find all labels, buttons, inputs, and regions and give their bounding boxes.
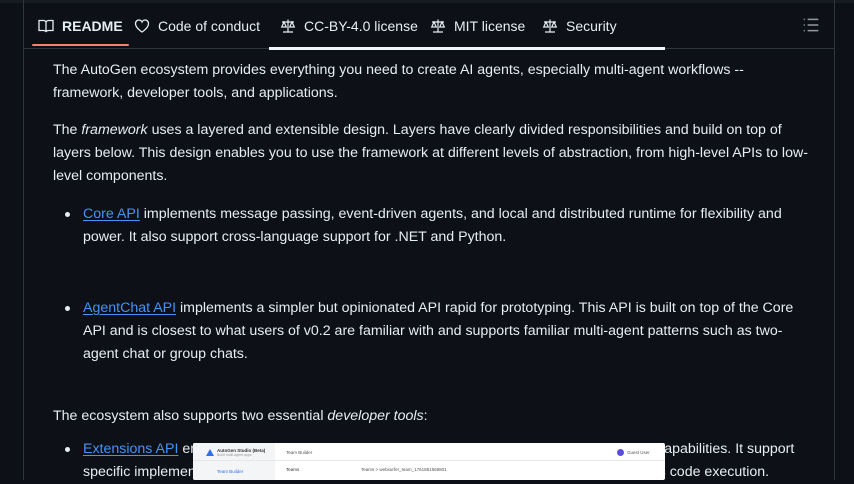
text-span: The [53, 122, 82, 138]
active-tab-indicator [32, 44, 129, 46]
tab-mit-license[interactable]: MIT license [430, 16, 525, 36]
preview-teams-label: Teams [286, 467, 300, 472]
scale-icon [280, 19, 296, 33]
autogen-studio-screenshot: AutoGen Studio (Beta) Build multi-agent … [193, 443, 665, 480]
framework-paragraph: The framework uses a layered and extensi… [53, 119, 813, 188]
divider [193, 460, 665, 461]
scroll-indicator [269, 47, 665, 50]
preview-breadcrumb: Teams > websurfer_team_1761881569801 [361, 467, 447, 472]
tab-label: README [62, 18, 123, 34]
list-item-text: implements a simpler but opinionated API… [83, 300, 794, 362]
avatar [617, 449, 624, 456]
bullet-icon [65, 447, 70, 452]
tab-label: CC-BY-4.0 license [304, 18, 418, 34]
tab-cc-by-license[interactable]: CC-BY-4.0 license [280, 16, 418, 36]
bullet-icon [65, 212, 70, 217]
tab-label: MIT license [454, 18, 526, 34]
developer-tools-paragraph: The ecosystem also supports two essentia… [53, 405, 813, 428]
tab-readme[interactable]: README [38, 16, 123, 36]
extensions-api-link[interactable]: Extensions API [83, 441, 178, 457]
heart-icon [134, 19, 150, 33]
intro-paragraph: The AutoGen ecosystem provides everythin… [53, 62, 744, 101]
text-span: The ecosystem also supports two essentia… [53, 408, 328, 424]
tab-label: Code of conduct [158, 18, 260, 34]
bullet-icon [65, 306, 70, 311]
preview-header: Team Builder [286, 450, 313, 455]
list-item: AgentChat API implements a simpler but o… [53, 297, 813, 366]
tab-security[interactable]: Security [542, 16, 617, 36]
readme-tab-bar: README Code of conduct CC-BY-4.0 license… [24, 0, 834, 49]
api-list: Core API implements message passing, eve… [53, 203, 813, 480]
list-icon[interactable] [802, 16, 820, 34]
list-item-text: implements message passing, event-driven… [83, 206, 782, 245]
text-span: uses a layered and extensible design. La… [53, 122, 808, 184]
emphasis-developer-tools: developer tools [327, 408, 424, 424]
preview-user: Guest User [627, 450, 650, 455]
tab-label: Security [566, 18, 617, 34]
text-span: : [423, 408, 428, 424]
emphasis-framework: framework [81, 122, 148, 138]
agentchat-api-link[interactable]: AgentChat API [83, 300, 176, 316]
preview-sidebar-item: Team Builder [217, 469, 244, 474]
tab-code-of-conduct[interactable]: Code of conduct [134, 16, 260, 36]
scale-icon [430, 19, 446, 33]
book-icon [38, 19, 54, 33]
preview-app-subtitle: Build multi-agent apps [217, 453, 252, 457]
scale-icon [542, 19, 558, 33]
core-api-link[interactable]: Core API [83, 206, 140, 222]
list-item: Core API implements message passing, eve… [53, 203, 813, 249]
logo-icon [206, 449, 214, 456]
